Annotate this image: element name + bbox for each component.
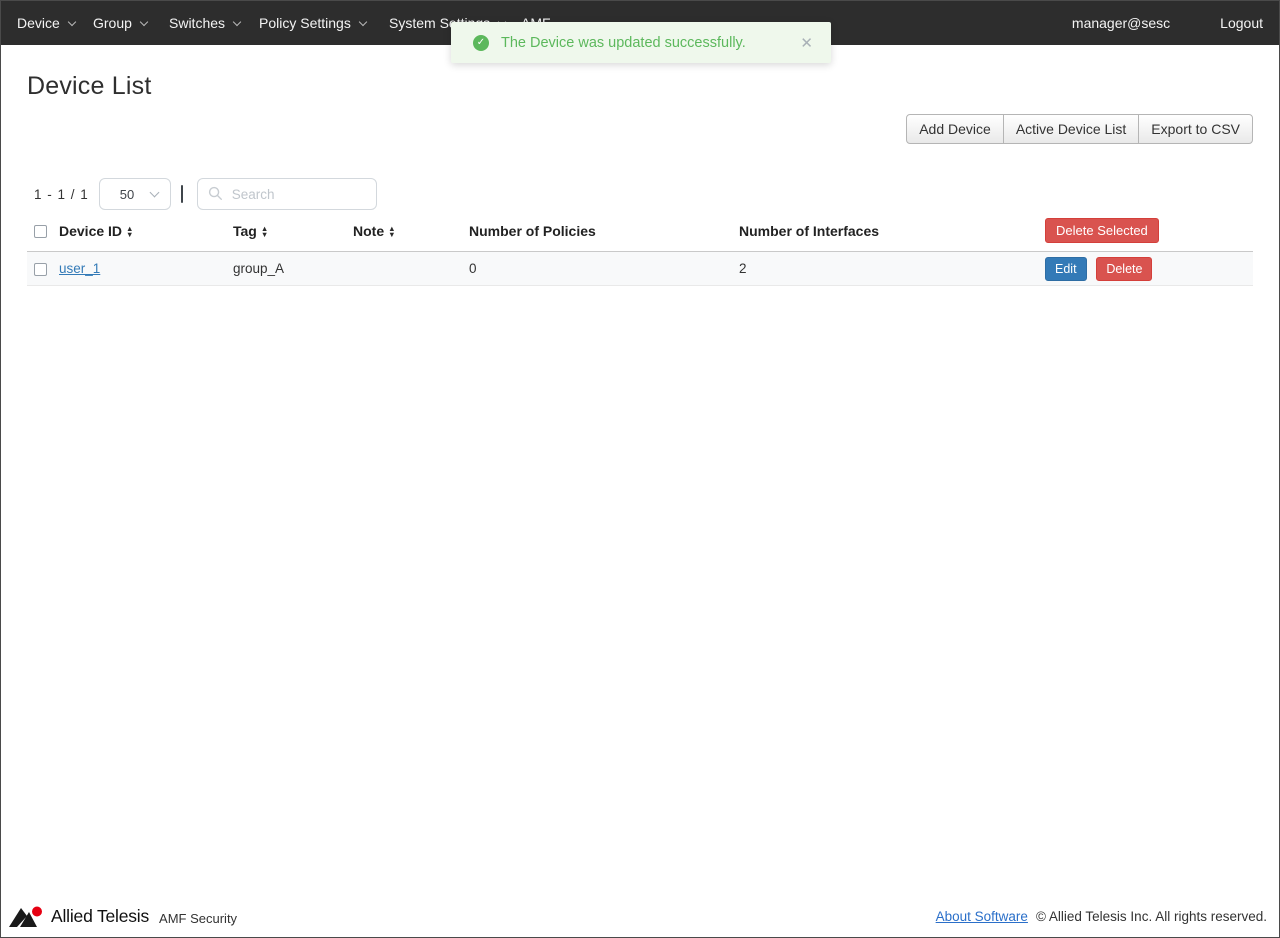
col-header-interfaces: Number of Interfaces: [739, 216, 1035, 252]
col-header-note[interactable]: Note ▲ ▼: [353, 216, 469, 252]
list-controls: 1 - 1 / 1 50: [27, 178, 1253, 210]
user-email: manager@sesc: [1071, 15, 1171, 31]
col-header-tag[interactable]: Tag ▲ ▼: [233, 216, 353, 252]
nav-item-label: Group: [93, 15, 132, 31]
search-input[interactable]: [196, 178, 377, 210]
nav-item-policy-settings[interactable]: Policy Settings: [259, 1, 368, 45]
page-title: Device List: [27, 72, 152, 100]
table-row: user_1 group_A 0 2 Edit Delete: [27, 251, 1253, 286]
toast-success: ✓ The Device was updated successfully. ✕: [451, 22, 831, 63]
search-box: [196, 178, 377, 210]
product-name: AMF Security: [159, 910, 238, 926]
toolbar: Add Device Active Device List Export to …: [27, 114, 1253, 144]
sort-icon: ▲ ▼: [260, 224, 269, 239]
edit-button[interactable]: Edit: [1045, 256, 1087, 281]
success-check-icon: ✓: [473, 34, 489, 51]
chevron-down-icon: [139, 17, 149, 26]
logout-button[interactable]: Logout: [1220, 15, 1263, 31]
chevron-down-icon: [358, 17, 368, 26]
col-header-device-id[interactable]: Device ID ▲ ▼: [59, 216, 233, 252]
nav-item-group[interactable]: Group: [93, 1, 149, 45]
sort-icon: ▲ ▼: [388, 224, 396, 239]
interfaces-cell: 2: [739, 251, 1035, 286]
allied-telesis-logo-icon: [9, 906, 42, 927]
footer-brand: Allied Telesis AMF Security: [9, 905, 237, 929]
chevron-down-icon: [149, 187, 160, 198]
page-size-value: 50: [119, 186, 135, 202]
nav-item-device[interactable]: Device: [17, 1, 77, 45]
toast-message: The Device was updated successfully.: [501, 34, 746, 51]
tag-cell: group_A: [233, 251, 353, 286]
device-table: Device ID ▲ ▼ Tag ▲ ▼ Note ▲ ▼ Number of Polic…: [27, 216, 1253, 286]
check-glyph: ✓: [476, 37, 486, 48]
device-id-link[interactable]: user_1: [59, 261, 100, 276]
nav-item-label: Switches: [169, 15, 226, 31]
row-checkbox[interactable]: [34, 262, 47, 276]
sort-icon: ▲ ▼: [126, 224, 134, 239]
col-header-label: Number of Interfaces: [739, 222, 880, 239]
chevron-down-icon: [67, 17, 77, 26]
close-icon[interactable]: ✕: [796, 32, 817, 54]
footer-links: About Software © Allied Telesis Inc. All…: [936, 909, 1267, 924]
nav-item-switches[interactable]: Switches: [169, 1, 242, 45]
col-header-label: Tag: [233, 222, 257, 239]
col-header-label: Device ID: [59, 222, 123, 239]
main-content: Device List Add Device Active Device Lis…: [1, 72, 1279, 286]
chevron-down-icon: [232, 17, 242, 26]
search-icon: [208, 186, 222, 201]
pagination-range: 1 - 1 / 1: [34, 186, 89, 202]
col-header-label: Number of Policies: [469, 222, 596, 239]
delete-selected-button[interactable]: Delete Selected: [1045, 218, 1159, 243]
export-to-csv-button[interactable]: Export to CSV: [1138, 114, 1253, 144]
divider: [180, 185, 183, 203]
footer: Allied Telesis AMF Security About Softwa…: [1, 900, 1279, 937]
page-size-select[interactable]: 50: [98, 178, 171, 210]
navbar-right: manager@sesc Logout: [1072, 1, 1263, 45]
active-device-list-button[interactable]: Active Device List: [1002, 114, 1140, 144]
policies-cell: 0: [469, 251, 739, 286]
app-window: Device Group Switches Policy Settings Sy…: [0, 0, 1280, 938]
brand-name: Allied Telesis: [51, 906, 150, 926]
add-device-button[interactable]: Add Device: [906, 114, 1004, 144]
nav-item-label: Policy Settings: [259, 15, 351, 31]
note-cell: [353, 251, 469, 286]
copyright-text: © Allied Telesis Inc. All rights reserve…: [1035, 909, 1267, 924]
delete-button[interactable]: Delete: [1096, 256, 1153, 281]
nav-item-label: Device: [17, 15, 60, 31]
table-header-row: Device ID ▲ ▼ Tag ▲ ▼ Note ▲ ▼ Number of Polic…: [27, 216, 1253, 252]
col-header-policies: Number of Policies: [469, 216, 739, 252]
select-all-checkbox[interactable]: [34, 225, 47, 239]
about-software-link[interactable]: About Software: [936, 909, 1028, 924]
col-header-label: Note: [353, 222, 385, 239]
